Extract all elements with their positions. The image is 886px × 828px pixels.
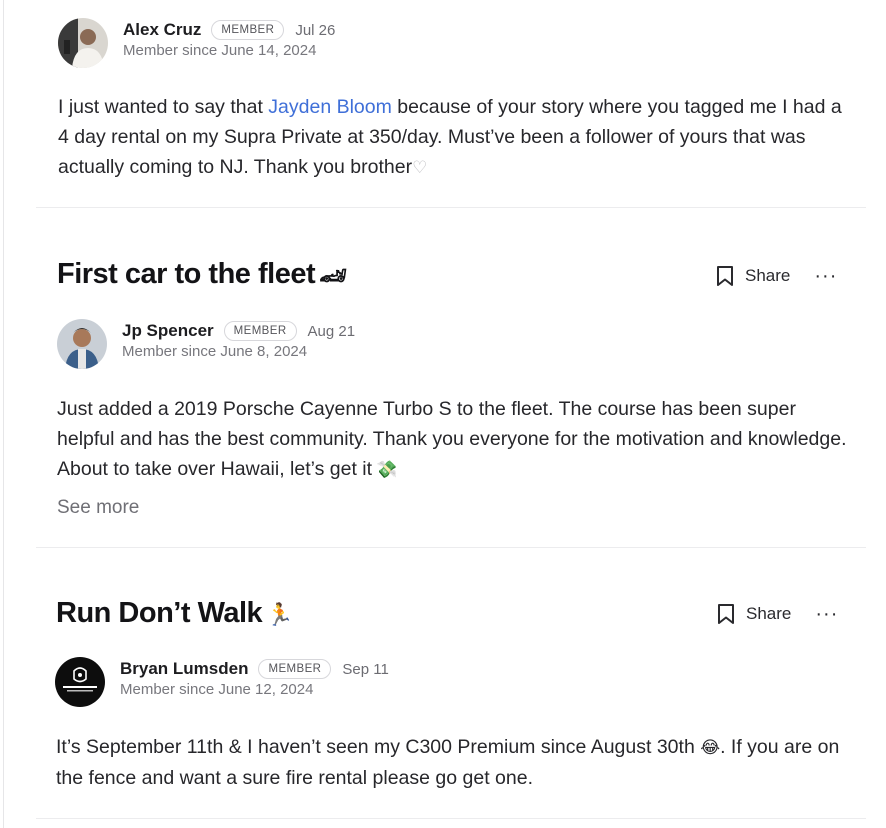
post-title-text: Run Don’t Walk — [56, 597, 263, 629]
post-date[interactable]: Sep 11 — [342, 661, 388, 678]
body-text: Just added a 2019 Porsche Cayenne Turbo … — [57, 398, 847, 480]
post-title[interactable]: First car to the fleet 🏎 — [57, 258, 347, 291]
member-since: Member since June 12, 2024 — [120, 681, 314, 698]
author-row: Alex Cruz MEMBER Jul 26 Member since Jun… — [58, 18, 335, 68]
bookmark-icon[interactable] — [716, 603, 736, 625]
author-meta: Bryan Lumsden MEMBER Sep 11 Member since… — [120, 657, 389, 698]
see-more-link[interactable]: See more — [57, 497, 139, 519]
share-button[interactable]: Share — [745, 266, 790, 286]
body-text-before: It’s September 11th & I haven’t seen my … — [56, 736, 701, 758]
member-since: Member since June 14, 2024 — [123, 42, 317, 59]
mention-link[interactable]: Jayden Bloom — [268, 96, 392, 118]
member-badge: MEMBER — [258, 659, 332, 679]
more-horizontal-icon[interactable]: ··· — [814, 266, 837, 286]
share-button[interactable]: Share — [746, 604, 791, 624]
post-title[interactable]: Run Don’t Walk 🏃 — [56, 597, 294, 630]
author-row: Jp Spencer MEMBER Aug 21 Member since Ju… — [57, 319, 355, 369]
name-line: Bryan Lumsden MEMBER Sep 11 — [120, 657, 389, 681]
author-row: Bryan Lumsden MEMBER Sep 11 Member since… — [55, 657, 389, 707]
runner-emoji: 🏃 — [266, 603, 294, 628]
post-date[interactable]: Jul 26 — [295, 22, 335, 39]
post-actions: Share ··· — [716, 603, 838, 625]
body-text-before: I just wanted to say that — [58, 96, 269, 118]
post-body: I just wanted to say that Jayden Bloom b… — [58, 92, 848, 183]
avatar-jp-spencer[interactable] — [57, 319, 107, 369]
heart-emoji: ♡ — [412, 158, 428, 178]
author-name[interactable]: Jp Spencer — [122, 321, 214, 341]
post-divider — [36, 818, 866, 819]
avatar-alex-cruz[interactable] — [58, 18, 108, 68]
post-divider — [36, 547, 866, 548]
author-name[interactable]: Alex Cruz — [123, 20, 201, 40]
more-horizontal-icon[interactable]: ··· — [815, 604, 838, 624]
race-car-emoji: 🏎 — [319, 264, 347, 289]
post-body: It’s September 11th & I haven’t seen my … — [56, 732, 846, 793]
name-line: Jp Spencer MEMBER Aug 21 — [122, 319, 355, 343]
laughing-emoji: 😂 — [700, 738, 721, 758]
avatar-bryan-lumsden[interactable] — [55, 657, 105, 707]
post-body: Just added a 2019 Porsche Cayenne Turbo … — [57, 394, 847, 485]
author-name[interactable]: Bryan Lumsden — [120, 659, 248, 679]
post-divider — [36, 207, 866, 208]
name-line: Alex Cruz MEMBER Jul 26 — [123, 18, 335, 42]
post-actions: Share ··· — [715, 265, 837, 287]
member-since: Member since June 8, 2024 — [122, 343, 308, 360]
post-title-text: First car to the fleet — [57, 258, 316, 290]
member-badge: MEMBER — [223, 321, 297, 341]
author-meta: Jp Spencer MEMBER Aug 21 Member since Ju… — [122, 319, 355, 360]
member-badge: MEMBER — [211, 20, 285, 40]
money-emoji: 💸 — [376, 460, 398, 480]
page-left-border — [3, 0, 4, 828]
post-date[interactable]: Aug 21 — [308, 323, 356, 340]
bookmark-icon[interactable] — [715, 265, 735, 287]
author-meta: Alex Cruz MEMBER Jul 26 Member since Jun… — [123, 18, 335, 59]
